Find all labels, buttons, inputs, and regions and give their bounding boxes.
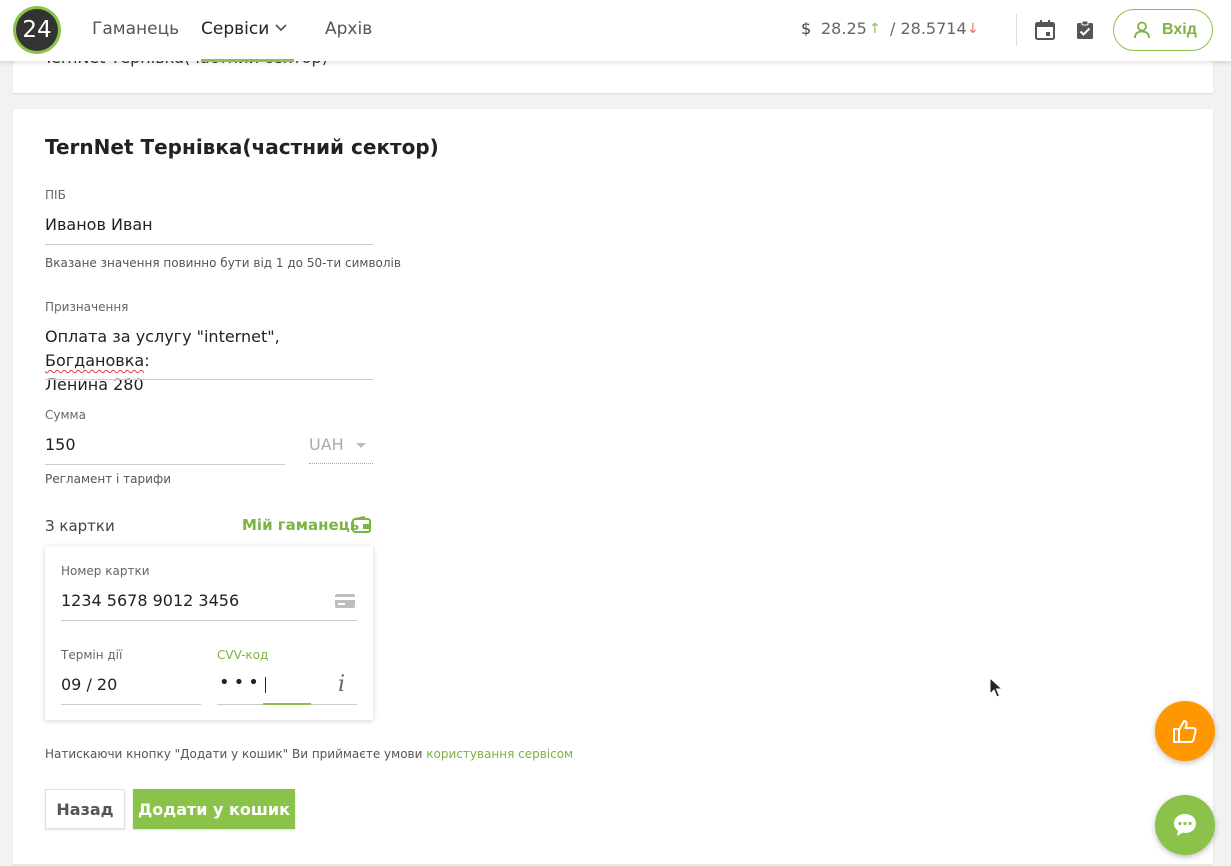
chevron-down-icon[interactable] bbox=[274, 21, 288, 35]
feedback-button[interactable] bbox=[1155, 701, 1215, 761]
rate-sell: / 28.5714 bbox=[890, 19, 967, 38]
name-field[interactable]: Иванов Иван bbox=[45, 213, 153, 237]
text-caret bbox=[265, 677, 266, 693]
rate-up-arrow: ↑ bbox=[869, 21, 881, 37]
nav-services[interactable]: Сервіси bbox=[201, 18, 269, 40]
back-button[interactable]: Назад bbox=[45, 789, 125, 829]
caret-down-icon[interactable] bbox=[356, 443, 366, 448]
tariffs-link[interactable]: Регламент і тарифи bbox=[45, 471, 171, 487]
user-icon bbox=[1134, 21, 1150, 39]
rate-buy: 28.25 bbox=[821, 19, 867, 38]
terms-text: Натискаючи кнопку "Додати у кошик" Ви пр… bbox=[45, 746, 573, 762]
name-hint: Вказане значення повинно бути від 1 до 5… bbox=[45, 256, 401, 270]
logo-text: 24 bbox=[16, 9, 58, 51]
currency-select[interactable]: UAH bbox=[309, 434, 344, 456]
login-button[interactable]: Вхід bbox=[1113, 9, 1213, 51]
top-header: 24 Гаманець Сервіси Архів $ 28.25 ↑ / 28… bbox=[0, 0, 1231, 62]
expiry-underline bbox=[61, 704, 201, 705]
purpose-text-line2: Ленина 280 bbox=[45, 375, 144, 394]
cvv-field[interactable]: ••• bbox=[219, 671, 263, 695]
purpose-field[interactable]: Оплата за услугу "internet", Богдановка:… bbox=[45, 325, 375, 397]
cvv-focus-indicator bbox=[263, 703, 311, 705]
name-label: ПІБ bbox=[45, 188, 66, 202]
chat-bubble-icon bbox=[1174, 814, 1196, 836]
card-number-label: Номер картки bbox=[61, 564, 150, 578]
amount-field[interactable]: 150 bbox=[45, 433, 76, 457]
my-wallet-link[interactable]: Мій гаманець bbox=[242, 515, 359, 535]
wallet-icon[interactable] bbox=[352, 516, 371, 534]
amount-field-underline bbox=[45, 464, 285, 465]
terms-link[interactable]: користування сервісом bbox=[426, 747, 573, 761]
login-label: Вхід bbox=[1162, 21, 1197, 38]
nav-active-indicator bbox=[201, 59, 294, 62]
purpose-field-underline bbox=[45, 379, 373, 380]
expiry-label: Термін дії bbox=[61, 648, 123, 662]
add-to-cart-button[interactable]: Додати у кошик bbox=[133, 789, 295, 829]
header-divider bbox=[1016, 14, 1017, 46]
purpose-text-1: Оплата за услугу "internet", bbox=[45, 327, 280, 346]
page-title: TernNet Тернівка(частний сектор) bbox=[45, 135, 439, 159]
chat-button[interactable] bbox=[1155, 795, 1215, 855]
clipboard-check-icon[interactable] bbox=[1074, 19, 1096, 41]
amount-label: Сумма bbox=[45, 408, 86, 422]
purpose-text-2: : bbox=[144, 351, 150, 370]
name-field-underline bbox=[45, 244, 373, 245]
purpose-spellcheck-word: Богдановка bbox=[45, 351, 145, 370]
terms-prefix: Натискаючи кнопку "Додати у кошик" Ви пр… bbox=[45, 747, 427, 761]
card-number-field[interactable]: 1234 5678 9012 3456 bbox=[61, 589, 239, 613]
mouse-cursor-icon bbox=[989, 677, 1003, 698]
calendar-icon[interactable] bbox=[1034, 19, 1056, 41]
nav-wallet[interactable]: Гаманець bbox=[92, 18, 179, 40]
expiry-field[interactable]: 09 / 20 bbox=[61, 673, 117, 697]
purpose-label: Призначення bbox=[45, 300, 129, 314]
source-label: З картки bbox=[45, 517, 115, 535]
currency-select-underline bbox=[309, 463, 373, 464]
cvv-label: CVV-код bbox=[217, 648, 269, 662]
dollar-sign: $ bbox=[801, 19, 812, 38]
card-number-underline bbox=[61, 620, 357, 621]
privat24-logo[interactable]: 24 bbox=[13, 6, 61, 54]
thumbs-up-icon bbox=[1173, 720, 1197, 743]
nav-archive[interactable]: Архів bbox=[325, 18, 372, 40]
credit-card-icon bbox=[335, 594, 355, 608]
rate-down-arrow: ↓ bbox=[967, 21, 979, 37]
info-icon[interactable]: i bbox=[338, 673, 345, 697]
